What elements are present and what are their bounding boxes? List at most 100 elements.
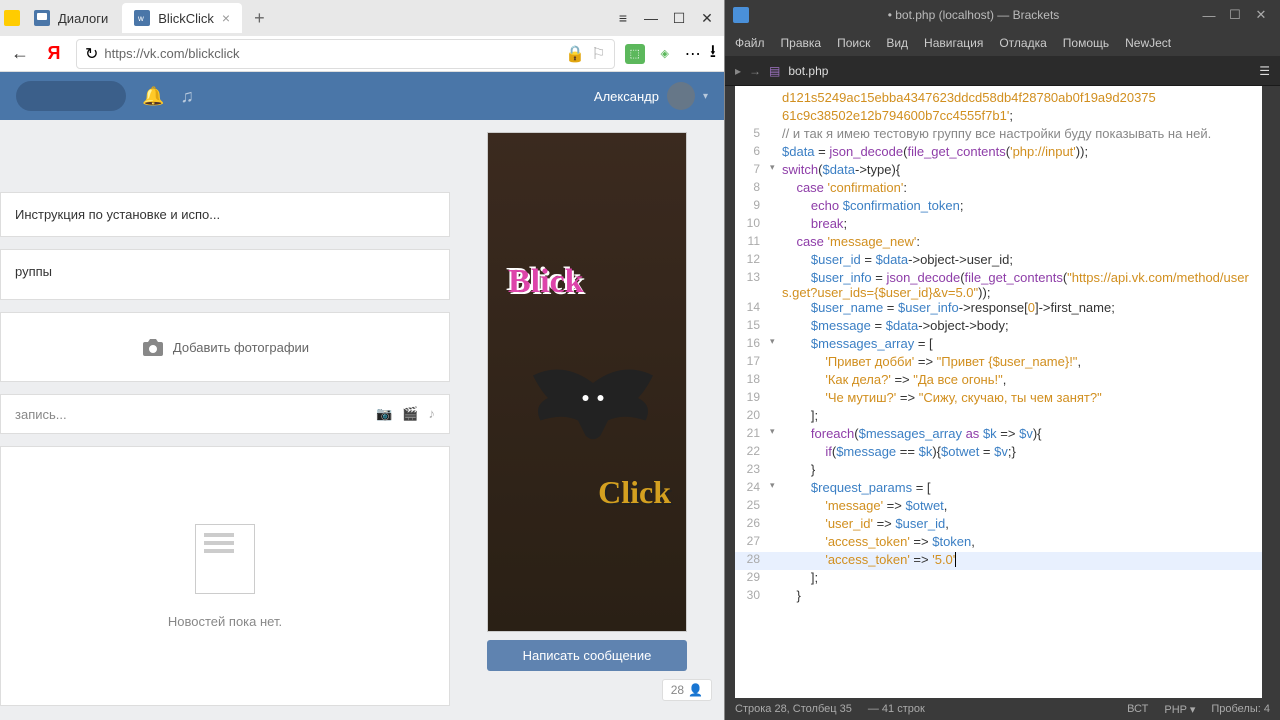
more-icon[interactable]: ⋯ [685, 44, 700, 64]
video-attach-icon[interactable]: 🎬 [402, 406, 418, 422]
code-content[interactable]: d121s5249ac15ebba4347623ddcd58db4f28780a… [782, 90, 1164, 108]
write-post-input[interactable]: запись... 📷 🎬 ♪ [0, 394, 450, 434]
code-line[interactable]: d121s5249ac15ebba4347623ddcd58db4f28780a… [735, 90, 1262, 108]
code-content[interactable]: echo $confirmation_token; [782, 198, 971, 216]
photo-attach-icon[interactable]: 📷 [376, 406, 392, 422]
code-content[interactable]: } [782, 588, 809, 606]
code-content[interactable]: $data = json_decode(file_get_contents('p… [782, 144, 1096, 162]
bell-icon[interactable]: 🔔 [142, 86, 164, 107]
vk-logo[interactable] [16, 81, 126, 111]
menu-search[interactable]: Поиск [837, 36, 870, 50]
minimize-icon[interactable]: — [1198, 4, 1220, 26]
code-line[interactable]: 12 $user_id = $data->object->user_id; [735, 252, 1262, 270]
menu-file[interactable]: Файл [735, 36, 765, 50]
audio-attach-icon[interactable]: ♪ [429, 406, 436, 422]
code-line[interactable]: 11 case 'message_new': [735, 234, 1262, 252]
insert-mode[interactable]: ВСТ [1127, 703, 1148, 716]
file-tab[interactable]: bot.php [788, 64, 828, 78]
code-line[interactable]: 26 'user_id' => $user_id, [735, 516, 1262, 534]
code-line[interactable]: 20 ]; [735, 408, 1262, 426]
tab-blickclick[interactable]: w BlickClick × [122, 3, 242, 33]
menu-help[interactable]: Помощь [1063, 36, 1109, 50]
close-window-icon[interactable]: ✕ [694, 5, 720, 31]
code-content[interactable]: 'access_token' => $token, [782, 534, 983, 552]
cursor-position[interactable]: Строка 28, Столбец 35 [735, 703, 852, 715]
code-editor[interactable]: d121s5249ac15ebba4347623ddcd58db4f28780a… [735, 86, 1262, 698]
code-content[interactable]: $user_name = $user_info->response[0]->fi… [782, 300, 1123, 318]
minimize-icon[interactable]: — [638, 5, 664, 31]
add-photo-button[interactable]: Добавить фотографии [0, 312, 450, 382]
menu-icon[interactable]: ≡ [610, 5, 636, 31]
code-content[interactable]: ]; [782, 570, 826, 588]
code-content[interactable]: ]; [782, 408, 826, 426]
fold-icon[interactable]: ▾ [770, 336, 782, 354]
code-line[interactable]: 27 'access_token' => $token, [735, 534, 1262, 552]
back-button[interactable]: ← [8, 42, 32, 66]
code-content[interactable]: $request_params = [ [782, 480, 939, 498]
code-line[interactable]: 22 if($message == $k){$otwet = $v;} [735, 444, 1262, 462]
code-line[interactable]: 13 $user_info = json_decode(file_get_con… [735, 270, 1262, 300]
code-line[interactable]: 9 echo $confirmation_token; [735, 198, 1262, 216]
yandex-home-button[interactable]: Я [42, 42, 66, 66]
groups-box[interactable]: руппы [0, 249, 450, 300]
code-content[interactable]: 'Как дела?' => "Да все огонь!", [782, 372, 1014, 390]
code-content[interactable]: 61c9c38502e12b794600b7cc4555f7b1'; [782, 108, 1021, 126]
spaces-setting[interactable]: Пробелы: 4 [1211, 703, 1270, 716]
code-content[interactable]: if($message == $k){$otwet = $v;} [782, 444, 1024, 462]
fold-icon[interactable]: ▾ [770, 426, 782, 444]
code-content[interactable]: foreach($messages_array as $k => $v){ [782, 426, 1050, 444]
code-content[interactable]: 'Привет добби' => "Привет {$user_name}!"… [782, 354, 1089, 372]
code-line[interactable]: 15 $message = $data->object->body; [735, 318, 1262, 336]
menu-nav[interactable]: Навигация [924, 36, 983, 50]
code-line[interactable]: 25 'message' => $otwet, [735, 498, 1262, 516]
code-line[interactable]: 23 } [735, 462, 1262, 480]
language-mode[interactable]: PHP ▾ [1164, 703, 1195, 716]
code-line[interactable]: 29 ]; [735, 570, 1262, 588]
close-icon[interactable]: ✕ [1250, 4, 1272, 26]
code-line[interactable]: 5// и так я имею тестовую группу все нас… [735, 126, 1262, 144]
download-icon[interactable]: ⭳ [710, 39, 716, 69]
code-line[interactable]: 17 'Привет добби' => "Привет {$user_name… [735, 354, 1262, 372]
code-content[interactable]: } [782, 462, 823, 480]
write-message-button[interactable]: Написать сообщение [487, 640, 687, 671]
url-input[interactable]: ↻ https://vk.com/blickclick 🔒 ⚐ [76, 39, 615, 69]
code-line[interactable]: 24▾ $request_params = [ [735, 480, 1262, 498]
code-content[interactable]: case 'confirmation': [782, 180, 915, 198]
fold-icon[interactable]: ▾ [770, 480, 782, 498]
code-line[interactable]: 14 $user_name = $user_info->response[0]-… [735, 300, 1262, 318]
code-line[interactable]: 16▾ $messages_array = [ [735, 336, 1262, 354]
code-content[interactable]: 'Че мутиш?' => "Сижу, скучаю, ты чем зан… [782, 390, 1110, 408]
split-icon[interactable]: ☰ [1259, 64, 1270, 78]
code-line[interactable]: 7▾switch($data->type){ [735, 162, 1262, 180]
maximize-icon[interactable]: ☐ [666, 5, 692, 31]
code-content[interactable]: 'message' => $otwet, [782, 498, 955, 516]
menu-view[interactable]: Вид [886, 36, 908, 50]
yandex-icon[interactable] [4, 10, 20, 26]
nav-arrow-icon[interactable]: → [749, 64, 761, 78]
code-content[interactable]: $user_info = json_decode(file_get_conten… [782, 270, 1262, 300]
code-line[interactable]: 28 'access_token' => '5.0' [735, 552, 1262, 570]
sidebar-toggle-icon[interactable]: ▸ [735, 64, 741, 78]
tab-dialogs[interactable]: Диалоги [22, 3, 120, 33]
close-icon[interactable]: × [222, 10, 230, 26]
reload-icon[interactable]: ↻ [85, 44, 98, 64]
code-line[interactable]: 6$data = json_decode(file_get_contents('… [735, 144, 1262, 162]
code-content[interactable]: break; [782, 216, 855, 234]
code-content[interactable]: case 'message_new': [782, 234, 928, 252]
code-line[interactable]: 8 case 'confirmation': [735, 180, 1262, 198]
shield-icon[interactable]: ◈ [655, 44, 675, 64]
code-content[interactable]: $message = $data->object->body; [782, 318, 1017, 336]
code-line[interactable]: 18 'Как дела?' => "Да все огонь!", [735, 372, 1262, 390]
code-content[interactable]: switch($data->type){ [782, 162, 908, 180]
vk-user-menu[interactable]: Александр ▾ [594, 82, 708, 110]
code-content[interactable]: 'user_id' => $user_id, [782, 516, 957, 534]
maximize-icon[interactable]: ☐ [1224, 4, 1246, 26]
code-content[interactable]: $messages_array = [ [782, 336, 941, 354]
code-content[interactable]: // и так я имею тестовую группу все наст… [782, 126, 1219, 144]
bookmark-icon[interactable]: ⚐ [591, 44, 605, 64]
new-tab-button[interactable]: + [244, 8, 275, 29]
group-avatar[interactable]: Blick Click [487, 132, 687, 632]
code-content[interactable]: $user_id = $data->object->user_id; [782, 252, 1021, 270]
fold-icon[interactable]: ▾ [770, 162, 782, 180]
menu-debug[interactable]: Отладка [999, 36, 1046, 50]
